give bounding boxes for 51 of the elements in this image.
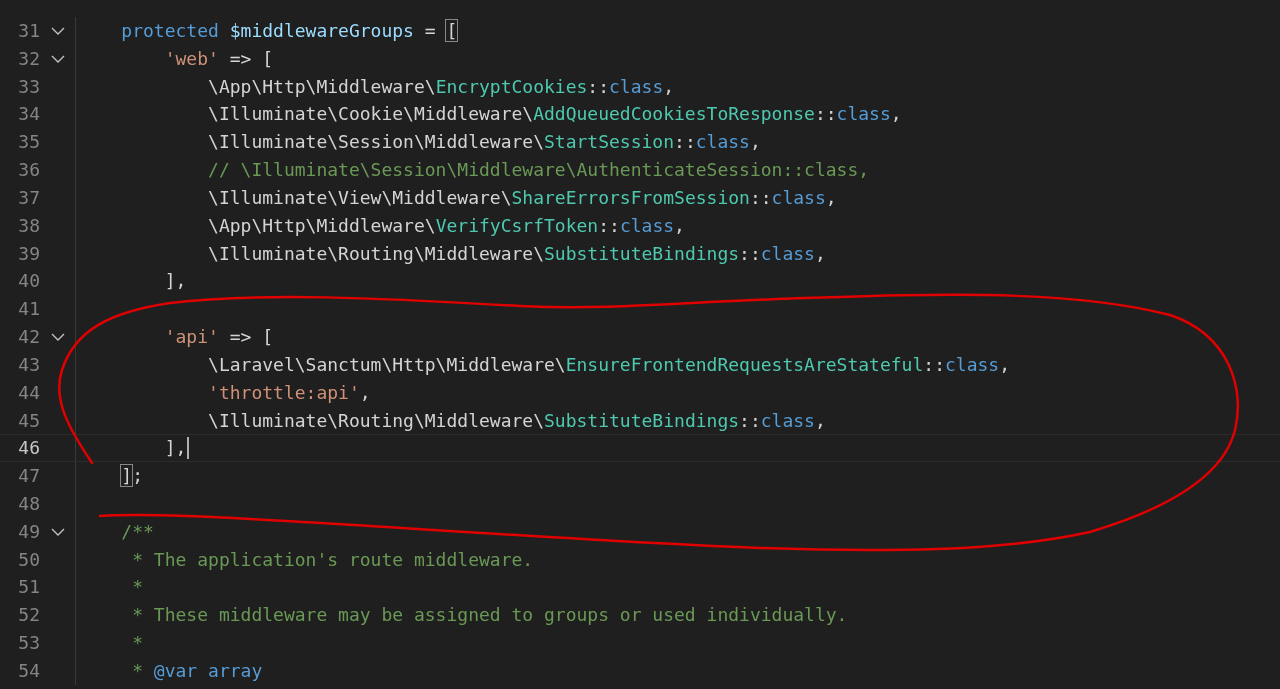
line-number: 54 <box>17 661 40 680</box>
line-number: 41 <box>17 300 40 319</box>
line-number: 43 <box>17 355 40 374</box>
fold-chevron-icon[interactable] <box>50 527 65 536</box>
code-line: // \Illuminate\Session\Middleware\AuthenticateSession::class, <box>207 161 870 180</box>
line-number: 31 <box>17 21 40 40</box>
code-line: 'throttle:api', <box>207 383 371 402</box>
code-line: ], <box>163 272 187 291</box>
line-number: 51 <box>17 578 40 597</box>
line-number: 50 <box>17 550 40 569</box>
line-number: 46 <box>17 439 40 458</box>
code-line: 'api' => [ <box>163 328 274 346</box>
line-number: 40 <box>17 272 40 291</box>
line-number: 48 <box>17 495 40 513</box>
code-line: \App\Http\Middleware\VerifyCsrfToken::class, <box>207 216 685 235</box>
code-line: protected $middlewareGroups = [ <box>120 21 458 40</box>
line-number: 34 <box>17 105 40 124</box>
text-cursor <box>187 437 190 460</box>
code-line: * The application's route middleware. <box>131 550 534 569</box>
code-line: \Illuminate\Cookie\Middleware\AddQueuedCookiesToResponse::class, <box>207 105 902 124</box>
line-number: 49 <box>17 522 40 541</box>
fold-chevron-icon[interactable] <box>50 54 65 63</box>
code-line: \Illuminate\View\Middleware\ShareErrorsFromSession::class, <box>207 188 837 207</box>
code-line: * @var array <box>131 661 263 680</box>
line-number: 53 <box>17 634 40 653</box>
code-line: * <box>131 634 144 653</box>
code-line: \Illuminate\Routing\Middleware\SubstituteBindings::class, <box>207 411 826 430</box>
code-line: 'web' => [ <box>163 49 274 68</box>
code-line: \App\Http\Middleware\EncryptCookies::class, <box>207 77 675 96</box>
code-line: * These middleware may be assigned to groups or used individually. <box>131 606 848 625</box>
line-number: 32 <box>17 49 40 68</box>
line-number: 47 <box>17 467 40 486</box>
fold-chevron-icon[interactable] <box>50 333 65 341</box>
line-number: 44 <box>17 383 40 402</box>
code-line: \Illuminate\Session\Middleware\StartSession::class, <box>207 133 761 152</box>
code-line: /** <box>120 522 154 541</box>
code-line: \Illuminate\Routing\Middleware\SubstituteBindings::class, <box>207 244 826 263</box>
code-line: ]; <box>120 467 144 486</box>
line-number: 37 <box>17 188 40 207</box>
line-number: 45 <box>17 411 40 430</box>
line-number: 42 <box>17 328 40 346</box>
code-line: * <box>131 578 144 597</box>
line-number: 36 <box>17 161 40 180</box>
line-number: 39 <box>17 244 40 263</box>
code-line: \Laravel\Sanctum\Http\Middleware\EnsureFrontendRequestsAreStateful::class, <box>207 355 1010 374</box>
line-number: 35 <box>17 133 40 152</box>
code-line: ], <box>163 439 187 458</box>
line-number: 52 <box>17 606 40 625</box>
line-number: 33 <box>17 77 40 96</box>
fold-chevron-icon[interactable] <box>50 26 65 35</box>
line-number: 38 <box>17 216 40 235</box>
